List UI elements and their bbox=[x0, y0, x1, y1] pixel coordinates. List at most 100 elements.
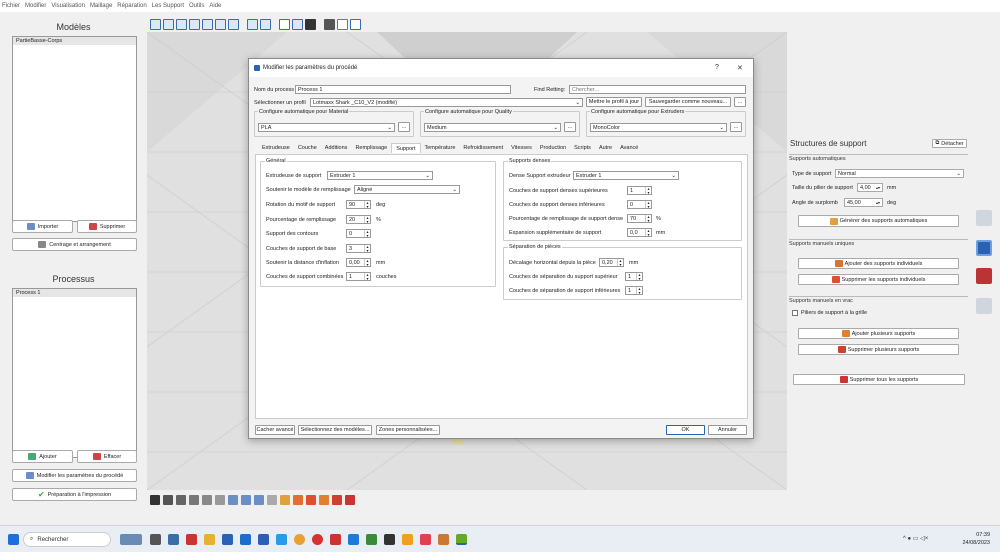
models-list[interactable]: PartieBasse-Corps bbox=[12, 36, 137, 222]
app-icon-2[interactable] bbox=[186, 534, 197, 545]
view-left-icon[interactable] bbox=[189, 18, 200, 30]
measure-icon[interactable] bbox=[202, 495, 212, 505]
overhang-angle-input[interactable]: 45,00 ▴▾ bbox=[844, 198, 883, 207]
rotate-icon[interactable] bbox=[189, 495, 199, 505]
opera-icon[interactable] bbox=[312, 534, 323, 545]
remove-multi-support-icon[interactable] bbox=[332, 495, 342, 505]
close-button[interactable]: ✕ bbox=[737, 64, 743, 72]
list-item[interactable]: PartieBasse-Corps bbox=[13, 37, 136, 45]
hide-advanced-button[interactable]: Cacher avancé bbox=[255, 425, 295, 435]
app-icon-11[interactable] bbox=[438, 534, 449, 545]
tab-support[interactable]: Support bbox=[391, 143, 421, 153]
app-icon-1[interactable] bbox=[168, 534, 179, 545]
process-name-input[interactable]: Process 1 bbox=[295, 85, 511, 94]
taskbar-search[interactable]: ⌕ Rechercher bbox=[23, 532, 111, 547]
import-button[interactable]: Importer bbox=[12, 220, 73, 233]
slicer-app-icon[interactable] bbox=[456, 534, 467, 545]
upper-sep-input[interactable]: 1 ▴ ▾ bbox=[625, 272, 643, 281]
mirror-y-icon[interactable] bbox=[241, 495, 251, 505]
app-icon-8[interactable] bbox=[384, 534, 395, 545]
dense-bottom-input[interactable]: 0 ▴ ▾ bbox=[627, 200, 652, 209]
extruders-more-button[interactable]: ... bbox=[730, 122, 742, 132]
profile-select[interactable]: Lotmaxx Shark _C10_V2 (modifié) ⌄ bbox=[310, 98, 583, 107]
wireframe-view-icon[interactable] bbox=[337, 18, 348, 30]
tray-icons[interactable]: ^ ● ▭ ◁× bbox=[903, 535, 928, 542]
base-layers-input[interactable]: 3 ▴ ▾ bbox=[346, 244, 371, 253]
add-individual-supports-button[interactable]: Ajouter des supports individuels bbox=[798, 258, 959, 269]
support-mode-icon[interactable] bbox=[976, 240, 992, 256]
app-icon-9[interactable] bbox=[402, 534, 413, 545]
quality-more-button[interactable]: ... bbox=[564, 122, 576, 132]
add-support-icon[interactable] bbox=[293, 495, 303, 505]
profile-more-button[interactable]: ... bbox=[734, 97, 746, 107]
offset-input[interactable]: 0,20 ▴ ▾ bbox=[599, 258, 624, 267]
mirror-x-icon[interactable] bbox=[228, 495, 238, 505]
perspective-icon[interactable] bbox=[247, 18, 258, 30]
support-pattern-select[interactable]: Aligné ⌄ bbox=[354, 185, 460, 194]
app-icon-10[interactable] bbox=[420, 534, 431, 545]
add-multiple-supports-button[interactable]: Ajouter plusieurs supports bbox=[798, 328, 959, 339]
tab-temperature[interactable]: Température bbox=[421, 143, 460, 153]
menu-mesh[interactable]: Maillage bbox=[90, 3, 112, 9]
tab-other[interactable]: Autre bbox=[595, 143, 616, 153]
support-view-icon[interactable] bbox=[350, 18, 361, 30]
tab-scripts[interactable]: Scripts bbox=[570, 143, 595, 153]
combined-layers-input[interactable]: 1 ▴ ▾ bbox=[346, 272, 371, 281]
tab-advanced[interactable]: Avancé bbox=[616, 143, 642, 153]
tab-extruder[interactable]: Extrudeuse bbox=[258, 143, 294, 153]
save-as-new-button[interactable]: Sauvegarder comme nouveau... bbox=[645, 97, 731, 107]
windows-start-icon[interactable] bbox=[8, 534, 19, 545]
orthographic-icon[interactable] bbox=[260, 18, 271, 30]
view-back-icon[interactable] bbox=[176, 18, 187, 30]
view-top-icon[interactable] bbox=[215, 18, 226, 30]
tab-production[interactable]: Production bbox=[536, 143, 570, 153]
app-icon-4[interactable] bbox=[258, 534, 269, 545]
view-front-icon[interactable] bbox=[163, 18, 174, 30]
tab-infill[interactable]: Remplissage bbox=[351, 143, 391, 153]
widgets-icon[interactable] bbox=[120, 534, 142, 545]
select-models-button[interactable]: Sélectionnez des modèles... bbox=[298, 425, 372, 435]
cancel-button[interactable]: Annuler bbox=[708, 425, 747, 435]
menu-help[interactable]: Aide bbox=[209, 3, 221, 9]
slice-view-icon[interactable] bbox=[976, 298, 992, 314]
solid-view-icon[interactable] bbox=[305, 18, 316, 30]
tab-additions[interactable]: Additions bbox=[321, 143, 352, 153]
scale-icon[interactable] bbox=[176, 495, 186, 505]
menu-view[interactable]: Visualisation bbox=[51, 3, 85, 9]
find-setting-input[interactable] bbox=[569, 85, 746, 94]
remove-individual-supports-button[interactable]: Supprimer les supports individuels bbox=[798, 274, 959, 285]
file-explorer-icon[interactable] bbox=[204, 534, 215, 545]
process-list[interactable]: Process 1 bbox=[12, 288, 137, 458]
dense-extruder-select[interactable]: Extruder 1 ⌄ bbox=[573, 171, 679, 180]
custom-zones-button[interactable]: Zones personnalisées... bbox=[376, 425, 440, 435]
view-iso-icon[interactable] bbox=[150, 18, 161, 30]
detach-button[interactable]: ⧉ Détacher bbox=[932, 139, 967, 148]
tab-speeds[interactable]: Vitesses bbox=[507, 143, 536, 153]
task-view-icon[interactable] bbox=[150, 534, 161, 545]
ok-button[interactable]: OK bbox=[666, 425, 705, 435]
inflate-input[interactable]: 0,00 ▴ ▾ bbox=[346, 258, 371, 267]
app-icon-5[interactable] bbox=[330, 534, 341, 545]
expansion-input[interactable]: 0,0 ▴ ▾ bbox=[627, 228, 652, 237]
auto-support-icon[interactable] bbox=[280, 495, 290, 505]
edge-icon[interactable] bbox=[276, 534, 287, 545]
add-process-button[interactable]: Ajouter bbox=[12, 450, 73, 463]
modify-process-button[interactable]: Modifier les paramètres du procédé bbox=[12, 469, 137, 482]
center-arrange-button[interactable]: Centrage et arrangement bbox=[12, 238, 137, 251]
help-button[interactable]: ? bbox=[715, 64, 719, 71]
dense-top-input[interactable]: 1 ▴ ▾ bbox=[627, 186, 652, 195]
gear-stack-icon[interactable] bbox=[976, 210, 992, 226]
list-item[interactable]: Process 1 bbox=[13, 289, 136, 297]
grid-icon[interactable] bbox=[292, 18, 303, 30]
erase-process-button[interactable]: Effacer bbox=[77, 450, 137, 463]
chrome-icon[interactable] bbox=[294, 534, 305, 545]
menu-supports[interactable]: Les Support bbox=[152, 3, 184, 9]
select-icon[interactable] bbox=[150, 495, 160, 505]
app-icon-3[interactable] bbox=[240, 534, 251, 545]
support-type-select[interactable]: Normal ⌄ bbox=[835, 169, 964, 178]
extruders-select[interactable]: MonoColor ⌄ bbox=[590, 123, 727, 132]
support-extruder-select[interactable]: Extruder 1 ⌄ bbox=[327, 171, 433, 180]
taskbar-clock[interactable]: 07:39 24/08/2023 bbox=[962, 531, 990, 547]
move-icon[interactable] bbox=[163, 495, 173, 505]
quality-select[interactable]: Medium ⌄ bbox=[424, 123, 561, 132]
